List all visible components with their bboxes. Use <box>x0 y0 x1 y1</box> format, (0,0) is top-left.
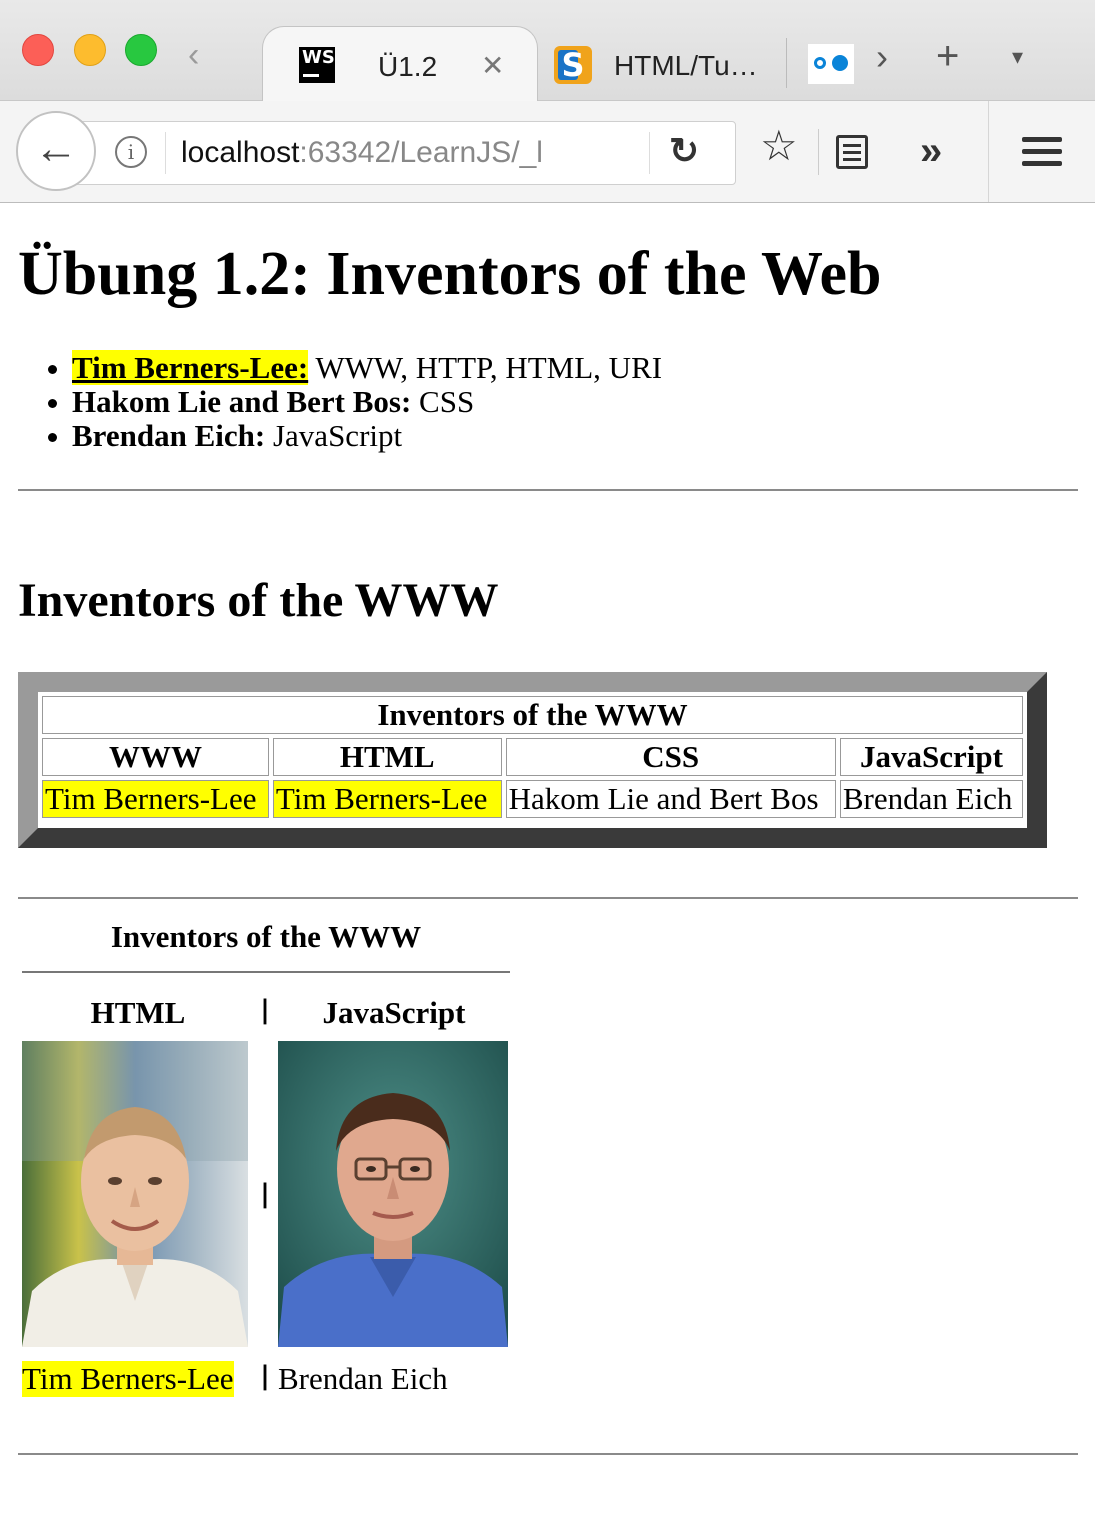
tab-title: HTML/Tu… <box>614 50 758 81</box>
divider <box>165 132 166 174</box>
tab-bar: ‹ WS Ü1.2 ✕ S HTML/Tu… › + ▾ <box>0 0 1095 102</box>
list-item: Hakom Lie and Bert Bos: CSS <box>47 384 662 419</box>
inventor-contribution: JavaScript <box>265 418 403 453</box>
tab-scroll-left-icon[interactable]: ‹ <box>188 38 199 72</box>
horizontal-rule <box>18 897 1078 899</box>
divider <box>988 101 989 202</box>
brendan-eich-photo <box>278 1041 508 1347</box>
new-tab-icon[interactable]: + <box>936 34 959 79</box>
table-header: JavaScript <box>839 738 1023 776</box>
overflow-chevron-icon[interactable]: » <box>920 129 942 174</box>
url-bar[interactable]: i localhost:63342/LearnJS/_l ↻ <box>60 121 736 185</box>
horizontal-rule <box>18 1453 1078 1455</box>
tab-close-icon[interactable]: ✕ <box>481 49 504 82</box>
table-cell: Hakom Lie and Bert Bos <box>505 780 836 818</box>
selfhtml-icon: S <box>554 46 592 84</box>
table-row: Tim Berners-Lee Tim Berners-Lee Hakom Li… <box>42 780 1023 818</box>
tab-scroll-right-icon[interactable]: › <box>876 36 888 78</box>
list-item: Tim Berners-Lee: WWW, HTTP, HTML, URI <box>47 350 663 385</box>
inventors-table-frame: Inventors of the WWW WWW HTML CSS JavaSc… <box>18 672 1047 848</box>
table-header: CSS <box>505 738 836 776</box>
zoom-window-button[interactable] <box>125 34 157 66</box>
section-heading: Inventors of the WWW <box>18 574 499 627</box>
table-caption: Inventors of the WWW <box>110 919 422 954</box>
tab-active[interactable]: WS Ü1.2 ✕ <box>262 26 538 102</box>
table-header: HTML <box>272 738 502 776</box>
reload-icon[interactable]: ↻ <box>669 130 699 172</box>
bookmark-star-icon[interactable]: ☆ <box>760 125 798 167</box>
divider <box>818 129 819 175</box>
inventor-name: Hakom Lie and Bert Bos: <box>72 384 412 419</box>
column-separator: | <box>260 995 270 1025</box>
close-window-button[interactable] <box>22 34 54 66</box>
reader-view-icon[interactable] <box>836 135 868 169</box>
divider <box>649 132 650 174</box>
url-path: :63342/LearnJS/_l <box>299 136 543 169</box>
inventors-table: Inventors of the WWW WWW HTML CSS JavaSc… <box>38 692 1027 822</box>
inventor-contribution: CSS <box>411 384 475 419</box>
caption-underline <box>22 971 510 973</box>
tab-list-chevron-down-icon[interactable]: ▾ <box>1012 44 1023 70</box>
url-text[interactable]: localhost:63342/LearnJS/_l <box>181 136 581 170</box>
list-item: Brendan Eich: JavaScript <box>47 418 662 453</box>
inventor-name: Brendan Eich: <box>72 418 266 453</box>
minimize-window-button[interactable] <box>74 34 106 66</box>
webstorm-icon: WS <box>299 47 335 83</box>
inventor-name: Brendan Eich <box>278 1361 448 1396</box>
horizontal-rule <box>18 489 1078 491</box>
info-icon[interactable]: i <box>115 136 147 168</box>
table-header: WWW <box>42 738 269 776</box>
flickr-icon[interactable] <box>808 44 854 84</box>
inventor-name[interactable]: Tim Berners-Lee: <box>72 350 309 385</box>
table-caption: Inventors of the WWW <box>42 696 1023 734</box>
inventor-contribution: WWW, HTTP, HTML, URI <box>308 350 663 385</box>
table-header: JavaScript <box>322 995 466 1030</box>
column-separator: | <box>260 1179 270 1209</box>
navigation-toolbar: i localhost:63342/LearnJS/_l ↻ ← ☆ » <box>0 101 1095 203</box>
table-cell: Tim Berners-Lee <box>42 780 269 818</box>
table-cell: Brendan Eich <box>839 780 1023 818</box>
inventors-list: Tim Berners-Lee: WWW, HTTP, HTML, URI Ha… <box>47 350 663 453</box>
table-cell: Tim Berners-Lee <box>272 780 502 818</box>
page-title: Übung 1.2: Inventors of the Web <box>18 240 882 308</box>
tab-title: Ü1.2 <box>378 51 438 82</box>
tab-html-tutorial[interactable]: S HTML/Tu… <box>548 26 786 100</box>
back-button[interactable]: ← <box>16 111 96 191</box>
tab-divider <box>786 38 787 88</box>
inventor-name: Tim Berners-Lee <box>22 1361 234 1397</box>
table-header: HTML <box>90 995 186 1030</box>
url-host: localhost <box>181 136 300 169</box>
hamburger-menu-icon[interactable] <box>1022 137 1062 167</box>
tim-berners-lee-photo <box>22 1041 248 1347</box>
column-separator: | <box>260 1361 270 1391</box>
